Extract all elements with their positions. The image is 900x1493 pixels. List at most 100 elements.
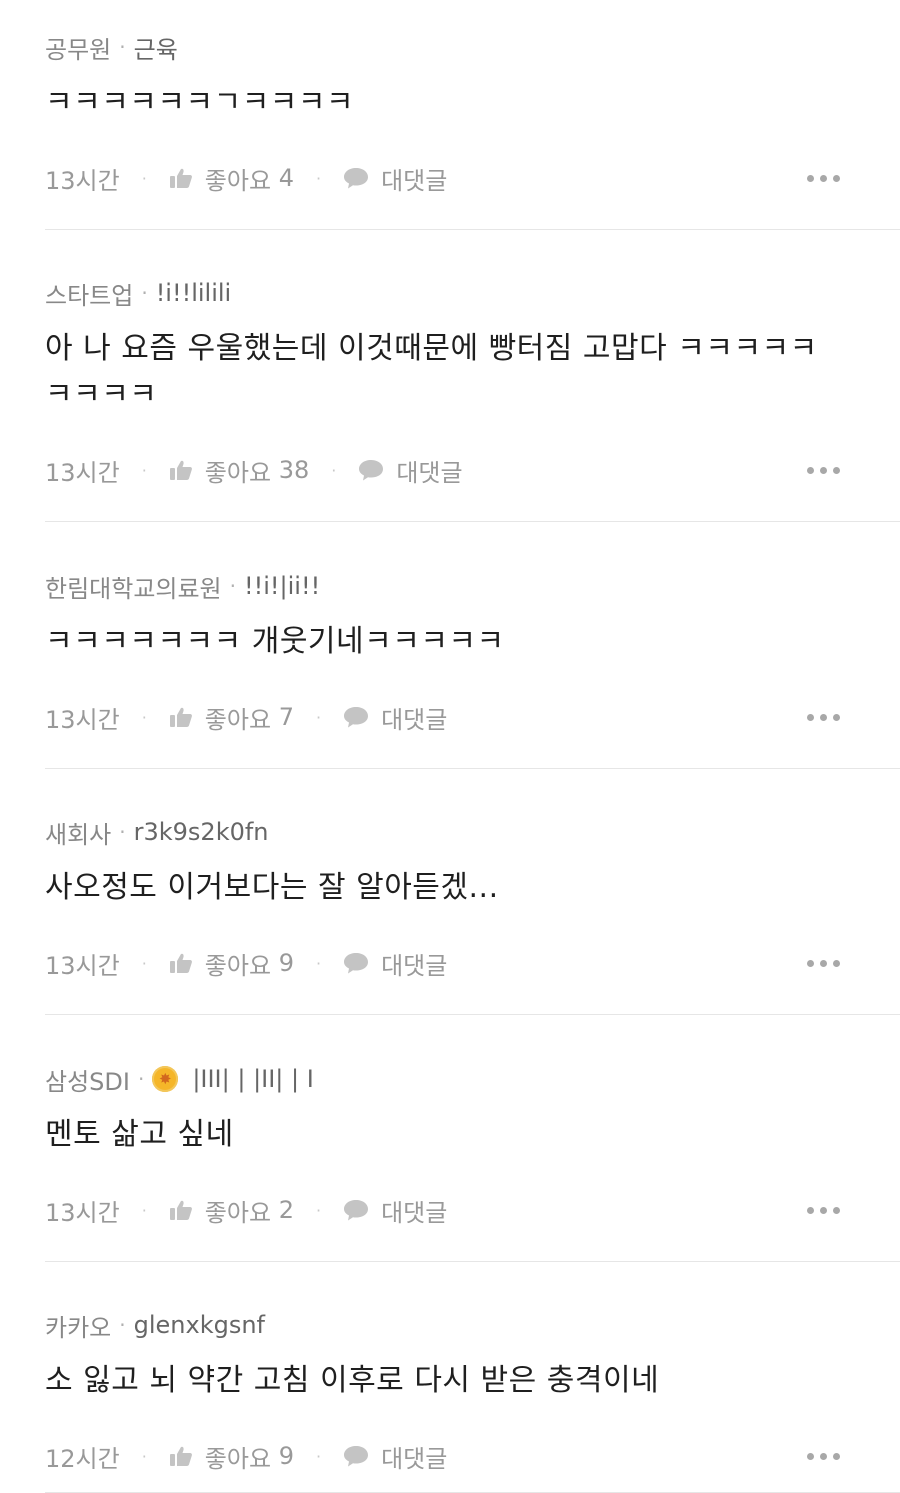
nickname[interactable]: 근육 bbox=[134, 30, 178, 65]
comment-text: 사오정도 이거보다는 잘 알아듣겠... bbox=[45, 870, 499, 905]
like-count: 9 bbox=[278, 949, 294, 977]
comment-text: 아 나 요즘 우울했는데 이것때문에 빵터짐 고맙다 ㅋㅋㅋㅋㅋ ㅋㅋㅋㅋ bbox=[45, 331, 818, 412]
company-name[interactable]: 삼성SDI bbox=[45, 1062, 130, 1097]
like-count: 38 bbox=[278, 456, 310, 484]
reply-label: 대댓글 bbox=[381, 166, 448, 195]
reply-label: 대댓글 bbox=[381, 1198, 448, 1227]
company-name[interactable]: 스타트업 bbox=[45, 276, 133, 311]
like-count: 2 bbox=[278, 1196, 294, 1224]
meta-separator: · bbox=[229, 574, 236, 598]
company-name[interactable]: 카카오 bbox=[45, 1308, 111, 1343]
comment-time: 13시간 bbox=[45, 166, 120, 195]
thumbs-up-icon bbox=[169, 167, 193, 189]
comment-meta: 스타트업 · !i!!lilili bbox=[45, 276, 231, 310]
action-separator: · bbox=[315, 1446, 322, 1466]
action-separator: · bbox=[141, 168, 147, 188]
like-count: 9 bbox=[278, 1442, 294, 1470]
comment-time: 13시간 bbox=[45, 951, 120, 980]
reply-label: 대댓글 bbox=[381, 705, 448, 734]
medal-badge-icon bbox=[152, 1066, 179, 1092]
comment-item: 새회사 · r3k9s2k0fn 사오정도 이거보다는 잘 알아듣겠... 13… bbox=[45, 815, 900, 1015]
more-options-icon[interactable] bbox=[807, 700, 840, 734]
comment-item: 카카오 · glenxkgsnf 소 잃고 뇌 약간 고침 이후로 다시 받은 … bbox=[45, 1308, 900, 1493]
thumbs-up-icon bbox=[169, 459, 193, 481]
action-separator: · bbox=[315, 953, 322, 973]
more-options-icon[interactable] bbox=[807, 453, 840, 487]
comment-text: ㅋㅋㅋㅋㅋㅋㅋ 개웃기네ㅋㅋㅋㅋㅋ bbox=[45, 624, 505, 659]
like-label: 좋아요 bbox=[204, 705, 272, 734]
like-button[interactable]: 좋아요 9 bbox=[169, 1439, 294, 1474]
comment-item: 한림대학교의료원 · !!i!|ii!! ㅋㅋㅋㅋㅋㅋㅋ 개웃기네ㅋㅋㅋㅋㅋ 1… bbox=[45, 569, 900, 769]
comment-actions: 13시간 · 좋아요 2 · 대댓글 bbox=[45, 1193, 840, 1227]
speech-bubble-icon bbox=[343, 1199, 369, 1221]
meta-separator: · bbox=[137, 1067, 145, 1091]
action-separator: · bbox=[141, 707, 147, 727]
company-name[interactable]: 공무원 bbox=[45, 30, 111, 65]
reply-label: 대댓글 bbox=[381, 1444, 448, 1473]
like-count: 4 bbox=[278, 164, 294, 192]
company-name[interactable]: 한림대학교의료원 bbox=[45, 569, 222, 604]
reply-button[interactable]: 대댓글 bbox=[343, 1439, 447, 1474]
like-label: 좋아요 bbox=[204, 166, 272, 195]
thumbs-up-icon bbox=[169, 952, 193, 974]
comment-actions: 12시간 · 좋아요 9 · 대댓글 bbox=[45, 1439, 840, 1473]
nickname[interactable]: !i!!lilili bbox=[156, 279, 232, 307]
nickname[interactable]: r3k9s2k0fn bbox=[134, 818, 269, 846]
reply-button[interactable]: 대댓글 bbox=[343, 946, 447, 981]
like-button[interactable]: 좋아요 4 bbox=[169, 161, 294, 196]
action-separator: · bbox=[315, 1200, 322, 1220]
comment-meta: 한림대학교의료원 · !!i!|ii!! bbox=[45, 569, 320, 603]
comment-text: ㅋㅋㅋㅋㅋㅋㄱㅋㅋㅋㅋ bbox=[45, 85, 355, 120]
like-button[interactable]: 좋아요 2 bbox=[169, 1193, 294, 1228]
comment-time: 13시간 bbox=[45, 458, 120, 487]
speech-bubble-icon bbox=[343, 1445, 369, 1467]
speech-bubble-icon bbox=[358, 459, 384, 481]
comment-time: 13시간 bbox=[45, 1198, 120, 1227]
speech-bubble-icon bbox=[343, 706, 369, 728]
nickname[interactable]: |III| | |II| | I bbox=[192, 1065, 314, 1093]
meta-separator: · bbox=[119, 1313, 126, 1337]
action-separator: · bbox=[331, 460, 337, 480]
more-options-icon[interactable] bbox=[807, 1439, 840, 1473]
comment-actions: 13시간 · 좋아요 9 · 대댓글 bbox=[45, 946, 840, 980]
nickname[interactable]: glenxkgsnf bbox=[134, 1311, 265, 1339]
action-separator: · bbox=[141, 460, 147, 480]
more-options-icon[interactable] bbox=[807, 1193, 840, 1227]
like-button[interactable]: 좋아요 38 bbox=[169, 453, 309, 488]
nickname[interactable]: !!i!|ii!! bbox=[244, 572, 320, 600]
company-name[interactable]: 새회사 bbox=[45, 815, 111, 850]
comment-text: 소 잃고 뇌 약간 고침 이후로 다시 받은 충격이네 bbox=[45, 1363, 660, 1398]
reply-button[interactable]: 대댓글 bbox=[358, 453, 463, 488]
thumbs-up-icon bbox=[169, 1445, 193, 1467]
comment-actions: 13시간 · 좋아요 38 · 대댓글 bbox=[45, 453, 840, 487]
like-count: 7 bbox=[278, 703, 294, 731]
like-label: 좋아요 bbox=[204, 1444, 272, 1473]
action-separator: · bbox=[315, 168, 322, 188]
action-separator: · bbox=[141, 953, 147, 973]
comment-item: 삼성SDI · |III| | |II| | I 멘토 삶고 싶네 13시간 ·… bbox=[45, 1062, 900, 1262]
meta-separator: · bbox=[141, 281, 148, 305]
comment-time: 12시간 bbox=[45, 1444, 120, 1473]
comment-text: 멘토 삶고 싶네 bbox=[45, 1117, 234, 1152]
comment-actions: 13시간 · 좋아요 4 · 대댓글 bbox=[45, 161, 840, 195]
action-separator: · bbox=[315, 707, 322, 727]
like-label: 좋아요 bbox=[204, 1198, 272, 1227]
thumbs-up-icon bbox=[169, 1199, 193, 1221]
like-button[interactable]: 좋아요 7 bbox=[169, 700, 294, 735]
reply-label: 대댓글 bbox=[381, 951, 448, 980]
thumbs-up-icon bbox=[169, 706, 193, 728]
comment-meta: 카카오 · glenxkgsnf bbox=[45, 1308, 265, 1342]
more-options-icon[interactable] bbox=[807, 946, 840, 980]
speech-bubble-icon bbox=[343, 167, 369, 189]
reply-button[interactable]: 대댓글 bbox=[343, 161, 447, 196]
reply-button[interactable]: 대댓글 bbox=[343, 700, 447, 735]
like-label: 좋아요 bbox=[204, 951, 272, 980]
comment-meta: 공무원 · 근육 bbox=[45, 30, 178, 64]
like-button[interactable]: 좋아요 9 bbox=[169, 946, 294, 981]
reply-label: 대댓글 bbox=[396, 458, 463, 487]
more-options-icon[interactable] bbox=[807, 161, 840, 195]
reply-button[interactable]: 대댓글 bbox=[343, 1193, 447, 1228]
meta-separator: · bbox=[119, 35, 126, 59]
comment-time: 13시간 bbox=[45, 705, 120, 734]
speech-bubble-icon bbox=[343, 952, 369, 974]
